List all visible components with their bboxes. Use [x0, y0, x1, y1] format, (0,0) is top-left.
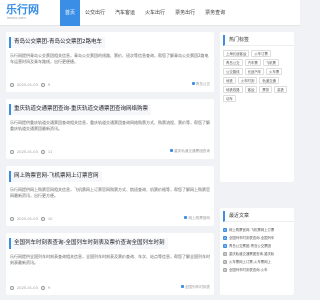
nav-item-bus[interactable]: 公交出行 — [80, 0, 110, 26]
recent-articles-panel: 最近文章 1 网上购票官网-飞机票网上订票 2 全国列车时刻表查询-全国列车 3 青岛… — [220, 208, 294, 295]
article-title[interactable]: 重庆轨道交通票团查询-重庆轨道交通票团查询网络购票 — [9, 104, 151, 115]
recent-article-title: 全国列车时刻表查询-火车 — [229, 268, 268, 272]
hot-tag[interactable]: 飞机票 — [262, 59, 279, 66]
nav-item-ticket[interactable]: 票务出行 — [170, 0, 200, 26]
rank-badge: 4 — [223, 252, 227, 256]
article-summary: 乐行网提供重庆轨道交通票团查询相关信息，重庆轨道交通票团查询网络购票方式、购票流… — [10, 120, 210, 131]
nav-item-coach[interactable]: 汽车客运 — [110, 0, 140, 26]
rank-badge: 5 — [223, 260, 227, 264]
article-title[interactable]: 全国列车时刻表查询-全国列车时刻表及票价查询全国列车时刻 — [9, 238, 168, 249]
hot-tag[interactable]: 火车票 — [266, 68, 283, 75]
article-date: 2025-01-03 — [17, 150, 38, 154]
article-tag-label: 重庆轨道交通票团查询 — [174, 149, 210, 153]
eye-icon — [40, 83, 45, 87]
article-card[interactable]: 全国列车时刻表查询-全国列车时刻表及票价查询全国列车时刻 乐行网提供全国列车时刻… — [6, 233, 214, 295]
tag-icon — [191, 82, 195, 85]
article-summary: 乐行网提供网上购票官网相关信息，飞机票网上订票官网购票方式、航班查询、机票价格等… — [10, 187, 210, 198]
logo-subtext: lexxlx.com — [7, 16, 26, 20]
article-date: 2025-01-03 — [17, 83, 38, 87]
recent-article-item[interactable]: 5 火车票网上订票-火车票网上 — [223, 258, 291, 266]
eye-icon — [40, 286, 45, 290]
tag-icon — [180, 285, 184, 288]
site-logo[interactable]: 乐行网 lexxlx.com — [6, 3, 40, 23]
hot-tag[interactable]: 地铁 — [223, 77, 236, 84]
rank-badge: 6 — [223, 268, 227, 272]
article-meta: 2025-01-03 11 — [10, 150, 52, 154]
clock-icon — [10, 286, 14, 290]
rank-badge: 1 — [223, 228, 227, 232]
recent-article-item[interactable]: 2 全国列车时刻表查询-全国列车 — [223, 234, 291, 242]
article-summary: 乐行网提供全国列车时刻表查询相关信息，全国列车时刻表及票价查询、车次、站点等信息… — [10, 254, 210, 265]
hot-tag[interactable]: 轨道交通 — [259, 77, 279, 84]
hot-tag[interactable]: 动车 — [223, 95, 236, 102]
hot-tag[interactable]: 青岛公交 — [223, 59, 243, 66]
article-tag-label: 全国列车时刻表 — [184, 285, 210, 289]
hot-tag[interactable]: 火车时刻 — [237, 77, 258, 84]
article-views: 9 — [47, 286, 51, 290]
article-tag[interactable]: 青岛公交 — [191, 82, 210, 87]
nav-item-home[interactable]: 首页 — [60, 0, 81, 26]
tag-icon — [184, 216, 188, 219]
article-meta: 2025-01-03 9 — [10, 83, 50, 87]
eye-icon — [40, 150, 45, 154]
clock-icon — [10, 217, 14, 221]
recent-article-item[interactable]: 1 网上购票官网-飞机票网上订票 — [223, 226, 291, 234]
rank-badge: 2 — [223, 236, 227, 240]
article-meta: 2025-01-03 9 — [10, 286, 50, 290]
article-tag-label: 网上购票官网 — [188, 216, 210, 220]
site-header: 乐行网 lexxlx.com 首页 公交出行 汽车客运 火车出行 票务出行 票务… — [0, 0, 300, 26]
nav-item-ticket-query[interactable]: 票务查询 — [200, 0, 230, 26]
article-meta: 2025-01-03 10 — [10, 217, 52, 221]
hot-tags-list: 上海长途客运 火车订票 青岛公交 汽车票 飞机票 公交路线 长途汽车 火车票 地… — [223, 50, 291, 102]
article-views: 11 — [47, 150, 53, 154]
article-card[interactable]: 重庆轨道交通票团查询-重庆轨道交通票团查询网络购票 乐行网提供重庆轨道交通票团查… — [6, 99, 214, 159]
recent-articles-list: 1 网上购票官网-飞机票网上订票 2 全国列车时刻表查询-全国列车 3 青岛公交票团-… — [223, 226, 291, 274]
article-views: 9 — [47, 83, 51, 87]
hot-tags-heading: 热门标签 — [223, 35, 294, 46]
recent-article-title: 火车票网上订票-火车票网上 — [229, 260, 271, 264]
article-tag[interactable]: 全国列车时刻表 — [180, 285, 210, 290]
hot-tag[interactable]: 高铁 — [274, 86, 287, 93]
article-title[interactable]: 青岛公交票团-青岛公交票团2路电车 — [9, 37, 105, 48]
article-tag[interactable]: 重庆轨道交通票团查询 — [170, 149, 210, 154]
hot-tag[interactable]: 火车订票 — [251, 50, 271, 57]
eye-icon — [40, 217, 45, 221]
tag-icon — [170, 149, 174, 152]
article-date: 2025-01-03 — [17, 217, 38, 221]
recent-article-title: 全国列车时刻表查询-全国列车 — [229, 236, 275, 240]
article-tag-label: 青岛公交 — [195, 82, 210, 86]
recent-article-title: 网上购票官网-飞机票网上订票 — [229, 228, 275, 232]
recent-articles-heading: 最近文章 — [223, 211, 294, 222]
nav-item-train[interactable]: 火车出行 — [140, 0, 170, 26]
hot-tag[interactable]: 汽车票 — [244, 59, 261, 66]
recent-article-item[interactable]: 3 青岛公交票团-青岛公交票团 — [223, 242, 291, 250]
article-title[interactable]: 网上购票官网-飞机票网上订票官网 — [9, 171, 102, 182]
hot-tag[interactable]: 公交路线 — [223, 68, 243, 75]
hot-tag[interactable]: 客运 — [244, 86, 258, 93]
recent-article-title: 重庆轨道交通票团查询-重庆轨 — [229, 252, 275, 256]
article-tag[interactable]: 网上购票官网 — [184, 216, 210, 221]
hot-tag[interactable]: 票务 — [259, 86, 273, 93]
recent-article-item[interactable]: 4 重庆轨道交通票团查询-重庆轨 — [223, 250, 291, 258]
recent-article-title: 青岛公交票团-青岛公交票团 — [229, 244, 271, 248]
article-views: 10 — [47, 217, 53, 221]
article-date: 2025-01-03 — [17, 286, 38, 290]
hot-tag[interactable]: 上海长途客运 — [223, 50, 250, 57]
recent-article-item[interactable]: 6 全国列车时刻表查询-火车 — [223, 266, 291, 274]
main-nav: 首页 公交出行 汽车客运 火车出行 票务出行 票务查询 — [60, 0, 230, 26]
article-summary: 乐行网提供青岛公交票团相关信息，青岛公交票团的线路、票价、班次等信息查询，帮您了… — [10, 53, 209, 64]
hot-tags-panel: 热门标签 上海长途客运 火车订票 青岛公交 汽车票 飞机票 公交路线 长途汽车 … — [220, 32, 294, 182]
hot-tag[interactable]: 长途汽车 — [244, 68, 265, 75]
clock-icon — [10, 150, 14, 154]
clock-icon — [10, 83, 14, 87]
page: 乐行网 lexxlx.com 首页 公交出行 汽车客运 火车出行 票务出行 票务… — [0, 0, 300, 300]
article-card[interactable]: 青岛公交票团-青岛公交票团2路电车 乐行网提供青岛公交票团相关信息，青岛公交票团… — [6, 32, 214, 92]
article-card[interactable]: 网上购票官网-飞机票网上订票官网 乐行网提供网上购票官网相关信息，飞机票网上订票… — [6, 166, 214, 226]
hot-tag[interactable]: 地铁线路 — [223, 86, 243, 93]
logo-text: 乐行网 — [6, 3, 39, 16]
rank-badge: 3 — [223, 244, 227, 248]
